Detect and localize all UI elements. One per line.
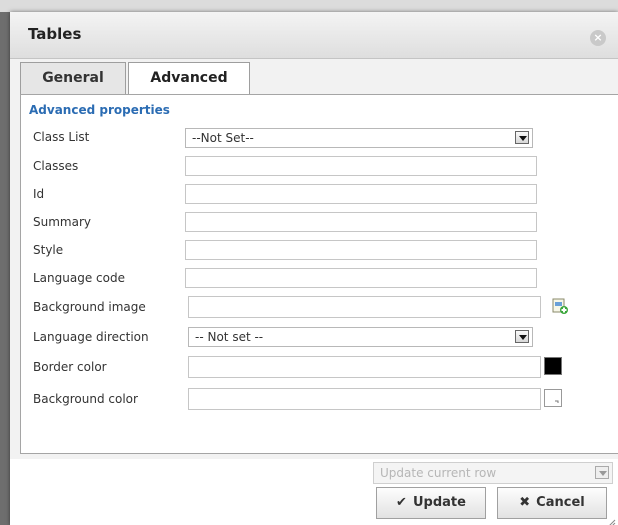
cancel-x-icon: ✖ bbox=[519, 495, 531, 510]
language-direction-value: -- Not set -- bbox=[195, 330, 264, 344]
tab-advanced[interactable]: Advanced bbox=[128, 62, 250, 96]
dialog-titlebar[interactable]: Tables × bbox=[10, 12, 618, 59]
language-code-input[interactable] bbox=[185, 268, 537, 288]
style-input[interactable] bbox=[185, 240, 537, 260]
tab-general[interactable]: General bbox=[20, 62, 126, 94]
dialog-title: Tables bbox=[28, 25, 82, 43]
background-image-label: Background image bbox=[33, 300, 146, 314]
background-image-input[interactable] bbox=[188, 296, 541, 318]
classes-label: Classes bbox=[33, 159, 79, 173]
browse-image-icon[interactable] bbox=[551, 297, 569, 315]
border-color-input[interactable] bbox=[188, 356, 541, 378]
resize-grip-icon[interactable] bbox=[606, 513, 616, 525]
section-legend: Advanced properties bbox=[29, 103, 170, 117]
advanced-panel: Advanced properties Class List --Not Set… bbox=[20, 94, 618, 454]
cancel-button[interactable]: ✖ Cancel bbox=[497, 487, 607, 519]
tables-dialog: Tables × General Advanced Advanced prope… bbox=[10, 12, 618, 525]
close-icon[interactable]: × bbox=[590, 30, 606, 46]
dialog-footer: Update current row ✔ Update ✖ Cancel bbox=[10, 459, 618, 525]
cancel-label: Cancel bbox=[536, 495, 585, 510]
border-color-label: Border color bbox=[33, 360, 107, 374]
chevron-down-icon[interactable] bbox=[515, 131, 529, 144]
check-icon: ✔ bbox=[396, 495, 407, 510]
id-input[interactable] bbox=[185, 184, 537, 204]
summary-input[interactable] bbox=[185, 212, 537, 232]
language-direction-select[interactable]: -- Not set -- bbox=[188, 327, 533, 347]
update-button[interactable]: ✔ Update bbox=[376, 487, 486, 519]
apply-scope-value: Update current row bbox=[380, 466, 497, 480]
language-code-label: Language code bbox=[33, 271, 125, 285]
class-list-label: Class List bbox=[33, 130, 90, 144]
background-color-input[interactable] bbox=[188, 388, 541, 410]
background-window-strip bbox=[0, 0, 618, 12]
dialog-body: General Advanced Advanced properties Cla… bbox=[10, 59, 618, 459]
language-direction-label: Language direction bbox=[33, 330, 149, 344]
color-picker-icon[interactable] bbox=[544, 357, 562, 375]
chevron-down-icon[interactable] bbox=[515, 330, 529, 343]
id-label: Id bbox=[33, 187, 45, 201]
color-picker-icon[interactable] bbox=[544, 389, 562, 407]
summary-label: Summary bbox=[33, 215, 91, 229]
class-list-select[interactable]: --Not Set-- bbox=[185, 128, 533, 148]
classes-input[interactable] bbox=[185, 156, 537, 176]
class-list-value: --Not Set-- bbox=[192, 131, 254, 145]
background-color-label: Background color bbox=[33, 392, 138, 406]
update-label: Update bbox=[412, 495, 466, 510]
style-label: Style bbox=[33, 243, 64, 257]
chevron-down-icon bbox=[595, 466, 609, 479]
apply-scope-select: Update current row bbox=[373, 462, 613, 484]
